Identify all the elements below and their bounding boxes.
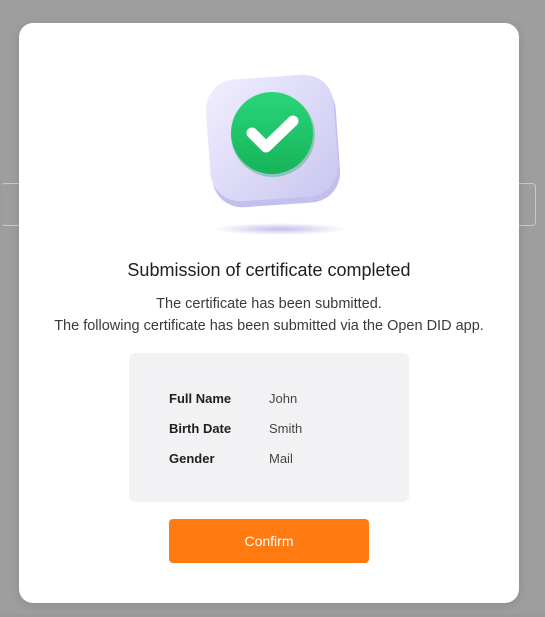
dialog-message-line2: The following certificate has been submi… (54, 318, 484, 334)
background-strip (0, 613, 545, 617)
info-value: Mail (269, 451, 293, 466)
certificate-info-card: Full Name John Birth Date Smith Gender M… (129, 353, 409, 502)
info-label: Full Name (169, 391, 232, 406)
submission-complete-dialog: Submission of certificate completed The … (19, 23, 519, 603)
dialog-title: Submission of certificate completed (127, 260, 411, 280)
confirm-button[interactable]: Confirm (169, 519, 369, 563)
info-value: Smith (269, 421, 303, 436)
info-value: John (269, 391, 298, 406)
check-badge-icon (202, 71, 352, 241)
dialog-message-line1: The certificate has been submitted. (156, 296, 382, 312)
info-label: Birth Date (169, 421, 232, 436)
info-label: Gender (169, 451, 215, 466)
